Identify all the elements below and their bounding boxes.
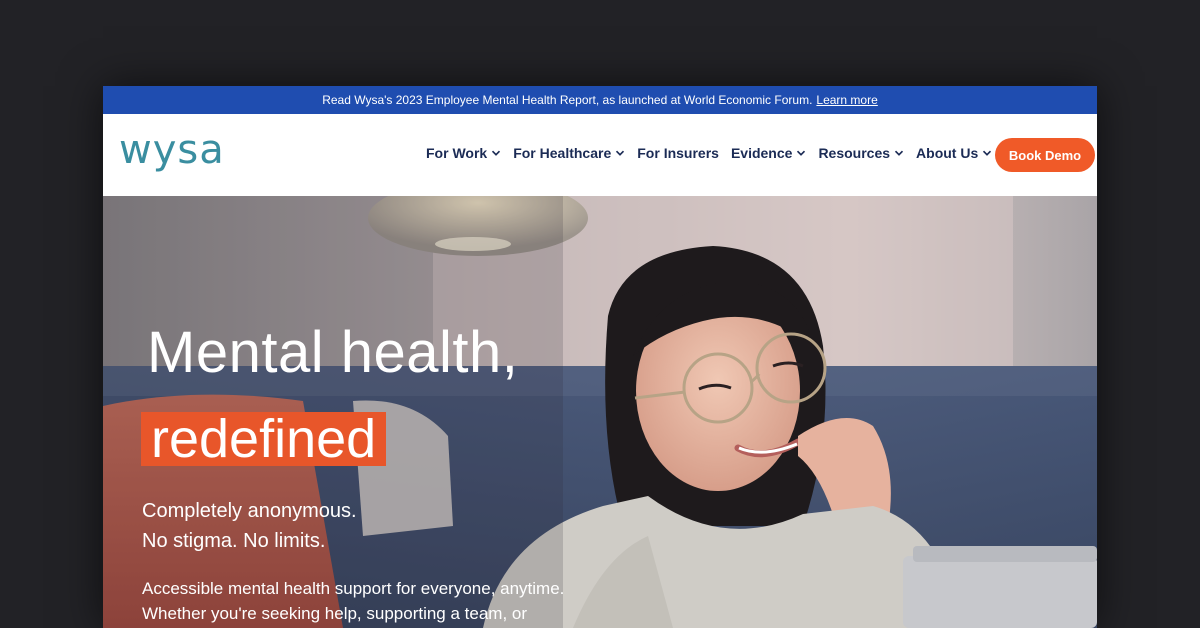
nav-menu: For Work For Healthcare For Insurers Evi…: [426, 145, 992, 161]
hero-subtitle-line: No stigma. No limits.: [142, 530, 326, 552]
hero-subtitle-line: Completely anonymous.: [142, 500, 357, 522]
nav-item-label: About Us: [916, 145, 979, 161]
hero-highlight-word: redefined: [141, 412, 387, 466]
hero-description: Accessible mental health support for eve…: [142, 576, 564, 626]
nav-item-label: Resources: [818, 145, 891, 161]
nav-item-label: For Work: [426, 145, 488, 161]
chevron-down-icon: [616, 150, 625, 156]
browser-page-frame: Read Wysa's 2023 Employee Mental Health …: [103, 86, 1097, 628]
nav-item-about-us[interactable]: About Us: [916, 145, 992, 161]
nav-item-resources[interactable]: Resources: [818, 145, 904, 161]
chevron-down-icon: [983, 150, 992, 156]
nav-item-evidence[interactable]: Evidence: [731, 145, 806, 161]
chevron-down-icon: [797, 150, 806, 156]
chevron-down-icon: [894, 150, 904, 156]
book-demo-button[interactable]: Book Demo: [995, 138, 1095, 172]
nav-item-for-insurers[interactable]: For Insurers: [637, 145, 719, 161]
banner-text: Read Wysa's 2023 Employee Mental Health …: [322, 93, 813, 107]
hero-section: Mental health, redefined Completely anon…: [103, 196, 1097, 628]
chevron-down-icon: [492, 150, 501, 156]
announcement-banner: Read Wysa's 2023 Employee Mental Health …: [103, 86, 1097, 114]
nav-item-label: Evidence: [730, 145, 793, 161]
nav-item-label: For Healthcare: [513, 145, 612, 161]
hero-title: Mental health,: [147, 320, 519, 385]
nav-item-for-work[interactable]: For Work: [426, 145, 501, 161]
wysa-logo[interactable]: wysa: [119, 130, 225, 170]
hero-subtitle: Completely anonymous. No stigma. No limi…: [142, 496, 357, 556]
banner-learn-more-link[interactable]: Learn more: [816, 93, 877, 107]
hero-description-line: Whether you're seeking help, supporting …: [142, 604, 528, 623]
nav-item-label: For Insurers: [637, 145, 719, 161]
top-navigation: wysa For Work For Healthcare For Insurer…: [103, 114, 1097, 196]
hero-description-line: Accessible mental health support for eve…: [142, 579, 565, 598]
nav-item-for-healthcare[interactable]: For Healthcare: [513, 145, 625, 161]
